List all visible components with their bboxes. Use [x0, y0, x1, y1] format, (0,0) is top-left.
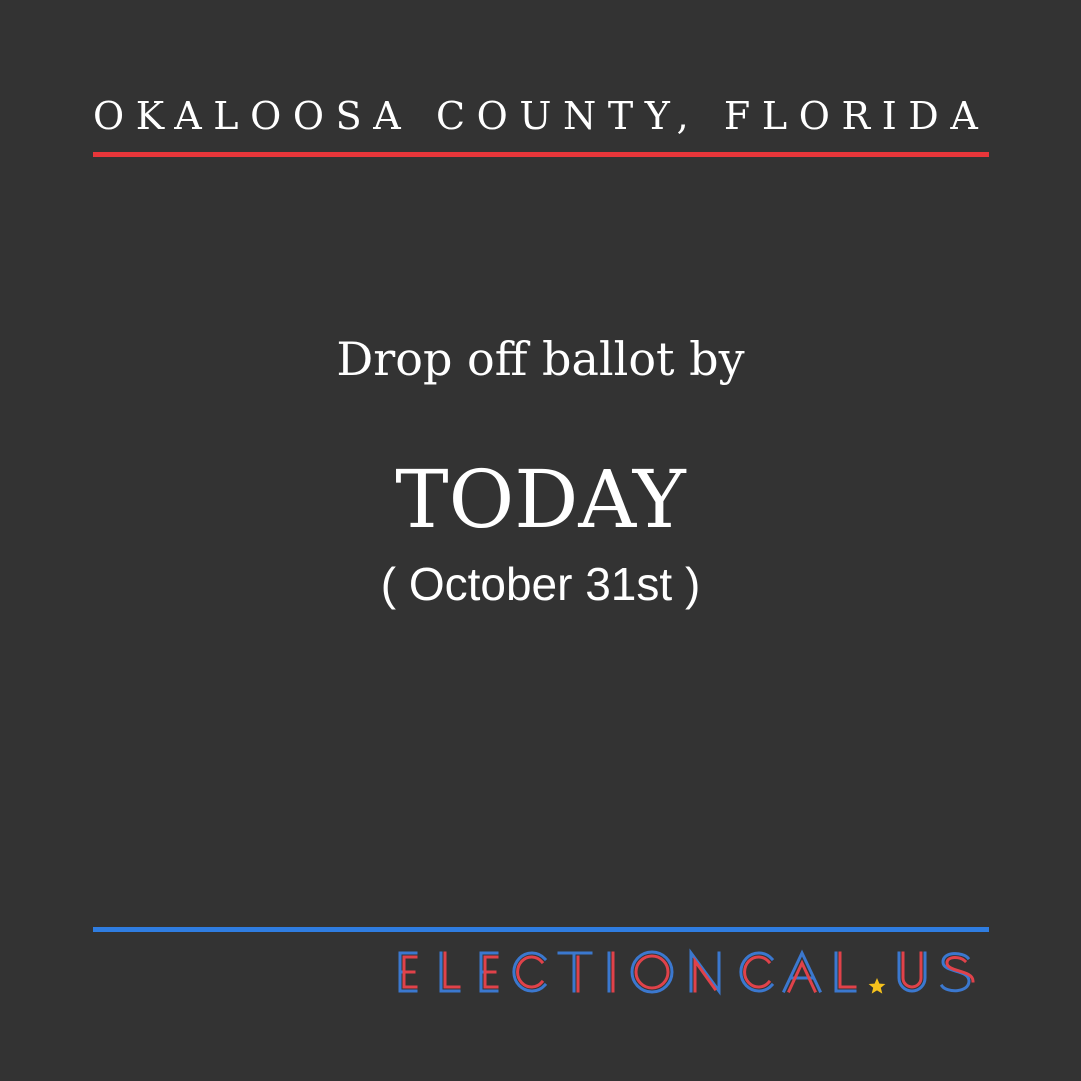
red-divider	[93, 152, 989, 157]
county-title: OKALOOSA COUNTY, FLORIDA	[93, 94, 990, 138]
logo-letter-e	[479, 951, 499, 993]
date-text: ( October 31st )	[380, 558, 701, 610]
blue-divider	[93, 927, 989, 932]
logo-letter-l	[439, 951, 461, 993]
lead-text: Drop off ballot by	[336, 332, 745, 386]
electioncal-logo	[398, 948, 975, 996]
logo-letter-i	[607, 951, 615, 993]
star-icon	[868, 978, 886, 994]
logo-letter-c	[739, 951, 775, 993]
logo-letter-l	[834, 951, 857, 993]
logo-letter-a	[782, 949, 822, 993]
logo-letter-o	[630, 950, 674, 994]
logo-letter-t	[557, 951, 593, 993]
deadline-text: TODAY	[395, 453, 686, 546]
logo-letter-u	[897, 951, 927, 993]
logo-letter-s	[939, 952, 975, 993]
logo-letter-n	[689, 948, 721, 996]
logo-letter-c	[512, 951, 548, 993]
graphic-card: OKALOOSA COUNTY, FLORIDA Drop off ballot…	[0, 0, 1081, 1081]
logo-letter-e	[398, 951, 418, 993]
